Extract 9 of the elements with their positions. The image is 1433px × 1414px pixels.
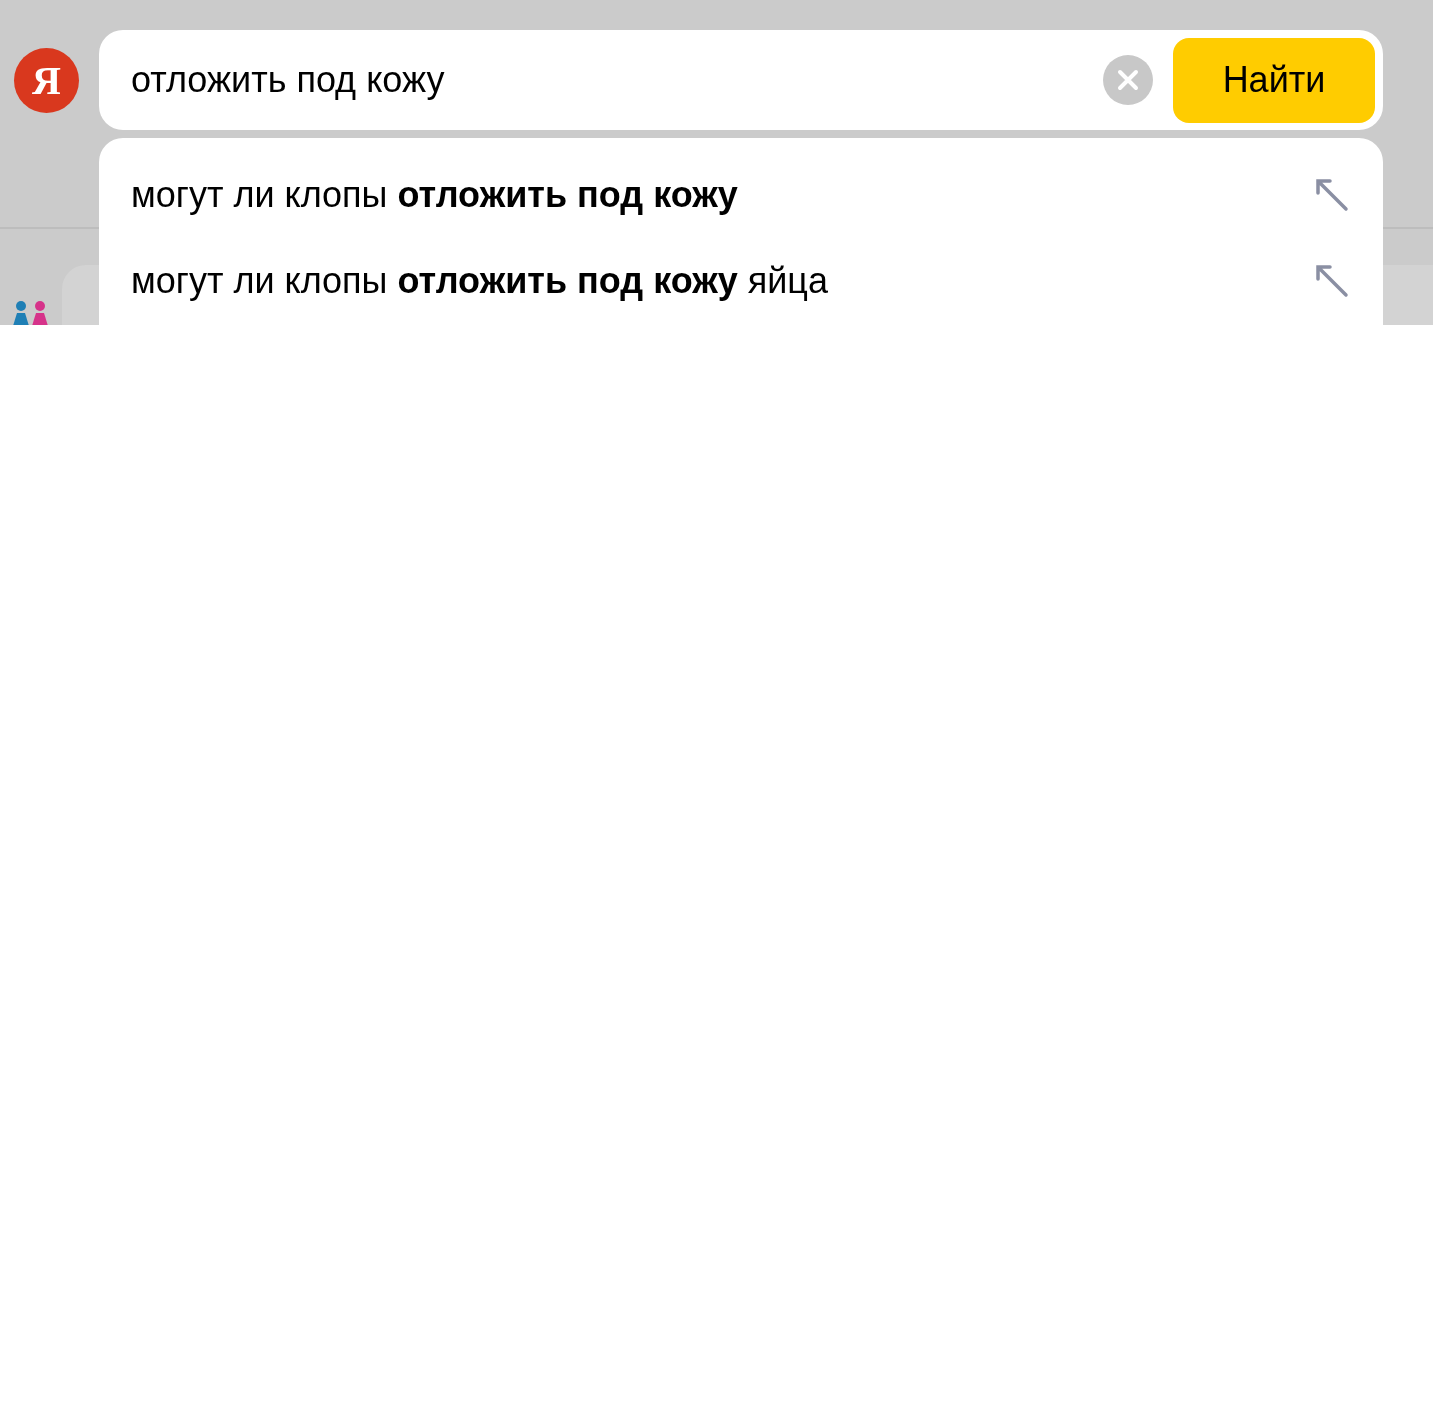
- arrow-icon[interactable]: [1315, 178, 1349, 212]
- arrow-icon[interactable]: [1315, 264, 1349, 298]
- logo[interactable]: Я: [14, 47, 79, 113]
- suggestion-item[interactable]: могут ли клопы отложить под кожу: [131, 168, 738, 222]
- search-field[interactable]: отложить под кожу Найти: [99, 30, 1383, 130]
- clear-button[interactable]: [1103, 55, 1153, 105]
- close-icon: [1117, 69, 1139, 91]
- search-button[interactable]: Найти: [1173, 37, 1375, 123]
- suggestion-item[interactable]: могут ли клопы отложить под кожу яйца: [131, 254, 828, 308]
